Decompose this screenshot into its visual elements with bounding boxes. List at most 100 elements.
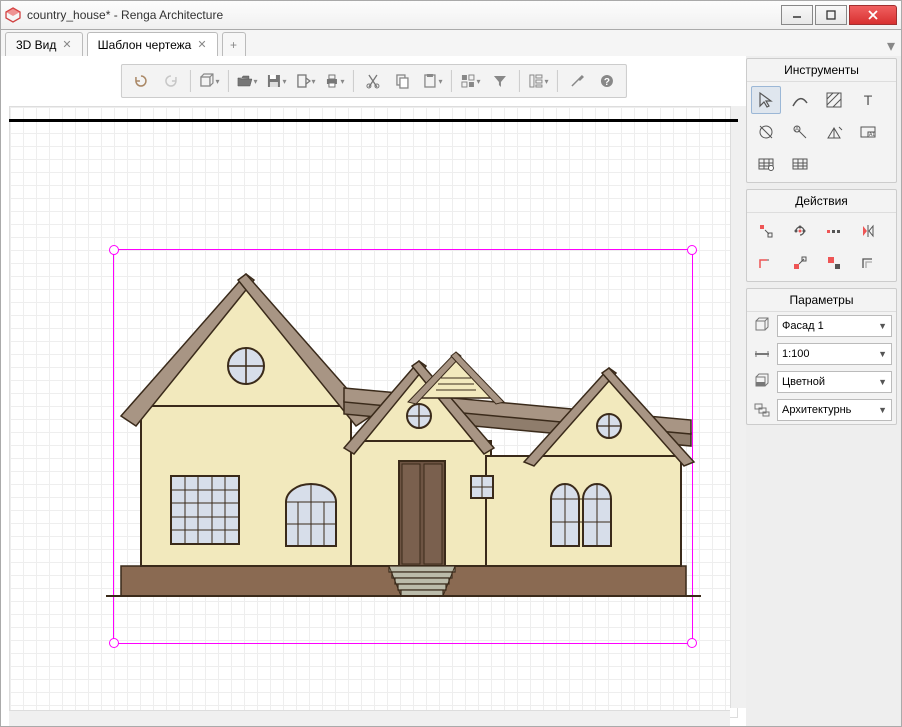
dropdown-value: Фасад 1 (782, 320, 824, 332)
panel-body: T A A1 (747, 82, 896, 182)
panel-tools: Инструменты T A A1 (746, 58, 897, 183)
tool-text[interactable]: T (853, 86, 883, 114)
svg-text:A: A (795, 127, 799, 133)
tab-3d-view[interactable]: 3D Вид ✕ (5, 32, 83, 56)
dropdown-value: 1:100 (782, 348, 810, 360)
main-toolbar: ▾ ▾ ▾ ▾ ▾ ▾ ▾ ▾ ? (120, 64, 626, 98)
new-tab-button[interactable]: + (222, 32, 246, 56)
box-button[interactable]: ▾ (196, 68, 221, 94)
tool-schedule[interactable] (785, 150, 815, 178)
preset-dropdown[interactable]: Архитектурнь ▼ (777, 399, 892, 421)
preset-icon (751, 399, 773, 421)
action-align[interactable] (819, 249, 849, 277)
chevron-down-icon: ▼ (878, 321, 887, 331)
canvas-wrap: ▾ ▾ ▾ ▾ ▾ ▾ ▾ ▾ ? (1, 56, 746, 726)
panel-title: Параметры (747, 289, 896, 312)
tool-hatch[interactable] (819, 86, 849, 114)
handle-bl[interactable] (109, 638, 119, 648)
handle-tr[interactable] (687, 245, 697, 255)
action-move[interactable] (751, 217, 781, 245)
undo-button[interactable] (127, 68, 153, 94)
separator (557, 70, 558, 92)
param-view: Фасад 1 ▼ (747, 312, 896, 340)
right-panels: Инструменты T A A1 Действия (746, 56, 901, 726)
panel-actions: Действия (746, 189, 897, 282)
separator (519, 70, 520, 92)
view-dropdown[interactable]: Фасад 1 ▼ (777, 315, 892, 337)
page-border-top (9, 119, 738, 122)
house-drawing[interactable] (106, 266, 701, 606)
tabs-row: 3D Вид ✕ Шаблон чертежа ✕ + ▾ (0, 30, 902, 56)
close-icon[interactable]: ✕ (62, 38, 71, 51)
paste-button[interactable]: ▾ (420, 68, 445, 94)
action-trim[interactable] (751, 249, 781, 277)
minimize-button[interactable] (781, 5, 813, 25)
work-area: ▾ ▾ ▾ ▾ ▾ ▾ ▾ ▾ ? (0, 56, 902, 727)
tool-table[interactable] (751, 150, 781, 178)
panel-title: Инструменты (747, 59, 896, 82)
close-icon[interactable]: ✕ (197, 38, 206, 51)
copy-button[interactable] (390, 68, 416, 94)
open-button[interactable]: ▾ (234, 68, 259, 94)
view-icon (751, 315, 773, 337)
save-button[interactable]: ▾ (263, 68, 288, 94)
style-dropdown[interactable]: Цветной ▼ (777, 371, 892, 393)
chevron-down-icon: ▼ (878, 349, 887, 359)
handle-tl[interactable] (109, 245, 119, 255)
separator (189, 70, 190, 92)
svg-text:?: ? (604, 77, 610, 88)
tabs-overflow-button[interactable]: ▾ (887, 36, 895, 56)
param-scale: 1:100 ▼ (747, 340, 896, 368)
cut-button[interactable] (360, 68, 386, 94)
scrollbar-horizontal[interactable] (9, 710, 730, 726)
scale-dropdown[interactable]: 1:100 ▼ (777, 343, 892, 365)
scrollbar-vertical[interactable] (730, 106, 746, 708)
window-buttons (781, 5, 897, 25)
separator (227, 70, 228, 92)
separator (353, 70, 354, 92)
tool-select[interactable] (751, 86, 781, 114)
chevron-down-icon: ▼ (878, 405, 887, 415)
tab-drawing-template[interactable]: Шаблон чертежа ✕ (87, 32, 218, 56)
style-icon (751, 371, 773, 393)
window-title: country_house* - Renga Architecture (27, 8, 781, 22)
tool-dimension[interactable] (751, 118, 781, 146)
param-preset: Архитектурнь ▼ (747, 396, 896, 424)
svg-text:T: T (864, 92, 873, 108)
action-rotate[interactable] (785, 217, 815, 245)
print-button[interactable]: ▾ (322, 68, 347, 94)
tool-axis[interactable]: A (785, 118, 815, 146)
help-button[interactable]: ? (594, 68, 620, 94)
action-copy-linear[interactable] (819, 217, 849, 245)
tool-title-block[interactable]: A1 (853, 118, 883, 146)
tool-line[interactable] (785, 86, 815, 114)
export-button[interactable]: ▾ (292, 68, 317, 94)
panel-parameters: Параметры Фасад 1 ▼ 1:100 ▼ Цветной ▼ Архит… (746, 288, 897, 425)
titlebar: country_house* - Renga Architecture (0, 0, 902, 30)
action-offset[interactable] (853, 249, 883, 277)
maximize-button[interactable] (815, 5, 847, 25)
close-button[interactable] (849, 5, 897, 25)
panel-title: Действия (747, 190, 896, 213)
panel-body (747, 213, 896, 281)
tab-label: Шаблон чертежа (98, 38, 192, 52)
svg-text:A1: A1 (869, 132, 875, 138)
plus-icon: + (230, 38, 237, 52)
chevron-down-icon: ▼ (878, 377, 887, 387)
separator (451, 70, 452, 92)
tool-section[interactable] (819, 118, 849, 146)
dropdown-value: Архитектурнь (782, 404, 851, 416)
settings-button[interactable] (564, 68, 590, 94)
manage-button[interactable]: ▾ (526, 68, 551, 94)
dropdown-value: Цветной (782, 376, 825, 388)
action-extend[interactable] (785, 249, 815, 277)
scale-icon (751, 343, 773, 365)
handle-br[interactable] (687, 638, 697, 648)
select-mode-button[interactable]: ▾ (458, 68, 483, 94)
app-icon (5, 7, 21, 23)
filter-button[interactable] (487, 68, 513, 94)
tab-label: 3D Вид (16, 38, 56, 52)
action-mirror[interactable] (853, 217, 883, 245)
param-style: Цветной ▼ (747, 368, 896, 396)
redo-button[interactable] (157, 68, 183, 94)
